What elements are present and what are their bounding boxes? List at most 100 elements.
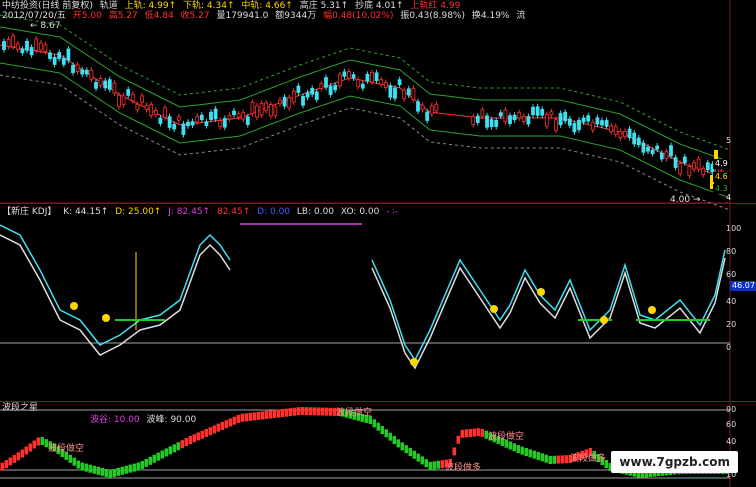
candle-body <box>664 151 669 160</box>
wave-bar <box>308 407 312 416</box>
candle-body <box>586 115 591 122</box>
candle-body <box>429 105 434 115</box>
wave-bar <box>188 436 192 444</box>
candle-body <box>38 42 43 51</box>
candle-body <box>255 105 259 118</box>
candle-body <box>632 132 637 145</box>
candle-body <box>609 125 614 133</box>
kdj-xo: XO: 0.00 <box>340 207 380 217</box>
outer-lower-band <box>0 74 731 211</box>
wave-bar <box>304 407 308 416</box>
candle-body <box>646 146 650 152</box>
wave-bar <box>544 454 548 463</box>
candle-body <box>48 52 52 59</box>
indicator-name: 轨道 <box>99 1 118 11</box>
value-tag-lower: 4.3 <box>713 184 730 194</box>
candle-body <box>227 115 232 120</box>
candle-body <box>324 77 328 88</box>
candle-body <box>61 57 66 65</box>
candle-body <box>682 156 687 164</box>
candle-body <box>627 128 632 139</box>
candle-body <box>531 106 535 116</box>
candle-body <box>692 162 696 170</box>
candle-body <box>705 162 710 171</box>
chart-canvas[interactable] <box>0 0 756 487</box>
candle-body <box>618 131 623 139</box>
wave-bar <box>384 429 388 438</box>
candle-body <box>296 85 301 93</box>
candle-body <box>655 145 660 150</box>
open-label: 开5.00 <box>72 11 102 21</box>
candle-body <box>190 121 195 126</box>
candle-body <box>360 83 365 89</box>
candle-body <box>365 73 370 82</box>
kdj-axis-0: 0 <box>726 343 732 352</box>
candle-body <box>181 123 186 135</box>
candle-body <box>66 48 71 61</box>
candle-body <box>544 114 549 127</box>
wave-bar <box>148 456 152 465</box>
wave-bar <box>564 455 568 464</box>
candle-body <box>406 88 411 96</box>
wave-bar <box>328 407 332 416</box>
candle-body <box>319 83 324 89</box>
wave-bar <box>100 467 104 476</box>
wave-bar <box>292 407 296 416</box>
wave-annotation-2: 波段做空 <box>336 408 373 418</box>
candle-body <box>678 163 683 175</box>
wave-bar <box>156 452 160 461</box>
candle-body <box>701 168 706 176</box>
wave-bar <box>548 456 552 464</box>
wave-bar <box>232 416 236 425</box>
candle-body <box>222 118 227 128</box>
candle-body <box>595 117 600 125</box>
candle-body <box>236 113 241 118</box>
candle-body <box>34 38 39 51</box>
max-price-marker: ← 8.67 <box>30 21 61 31</box>
candle-body <box>75 64 80 72</box>
watermark: www.7gpzb.com <box>611 451 738 473</box>
wave-bar <box>532 450 536 459</box>
wave-bar <box>108 470 112 478</box>
candle-body <box>475 115 480 123</box>
wave-annotation-3: 波段做多 <box>445 463 482 473</box>
wave-bar <box>276 409 280 418</box>
wave-bar <box>0 462 4 471</box>
candle-body <box>213 108 218 120</box>
wave-annotation-5: 波段做多 <box>570 454 607 464</box>
wave-bar <box>84 463 88 472</box>
wave-bar <box>316 407 320 416</box>
wave-annotation-4: 波段做空 <box>488 432 525 442</box>
wave-bar <box>88 464 92 473</box>
candle-body <box>144 105 149 110</box>
wave-bar <box>16 452 20 461</box>
candle-body <box>480 109 485 117</box>
kdj-axis-60: 60 <box>726 270 737 279</box>
candle-body <box>636 137 641 146</box>
candle-body <box>103 80 108 89</box>
wave-bar <box>192 434 196 443</box>
wave-bar <box>560 455 564 464</box>
wave-bar <box>540 453 544 462</box>
wave-bar <box>412 450 416 459</box>
candle-body <box>195 115 200 123</box>
candle-body <box>498 112 503 117</box>
wave-bar <box>516 445 520 454</box>
candle-body <box>89 69 94 80</box>
wave-bar <box>240 413 244 422</box>
wave-bar <box>436 460 440 469</box>
candle-body <box>15 43 20 50</box>
candle-body <box>43 44 48 53</box>
candle-body <box>600 120 604 126</box>
candle-body <box>218 120 223 128</box>
wave-bar <box>68 454 72 463</box>
candle-body <box>581 117 586 123</box>
wave-bar <box>324 407 328 416</box>
wave-annotation-1: 波段做空 <box>48 444 85 454</box>
candle-body <box>204 121 209 126</box>
wave-bar <box>220 421 224 430</box>
wave-bar <box>428 462 432 470</box>
candle-body <box>140 95 144 103</box>
amplitude-label: 振0.43(8.98%) <box>400 11 465 21</box>
change-label: 幅0.48(10.02%) <box>323 11 394 21</box>
